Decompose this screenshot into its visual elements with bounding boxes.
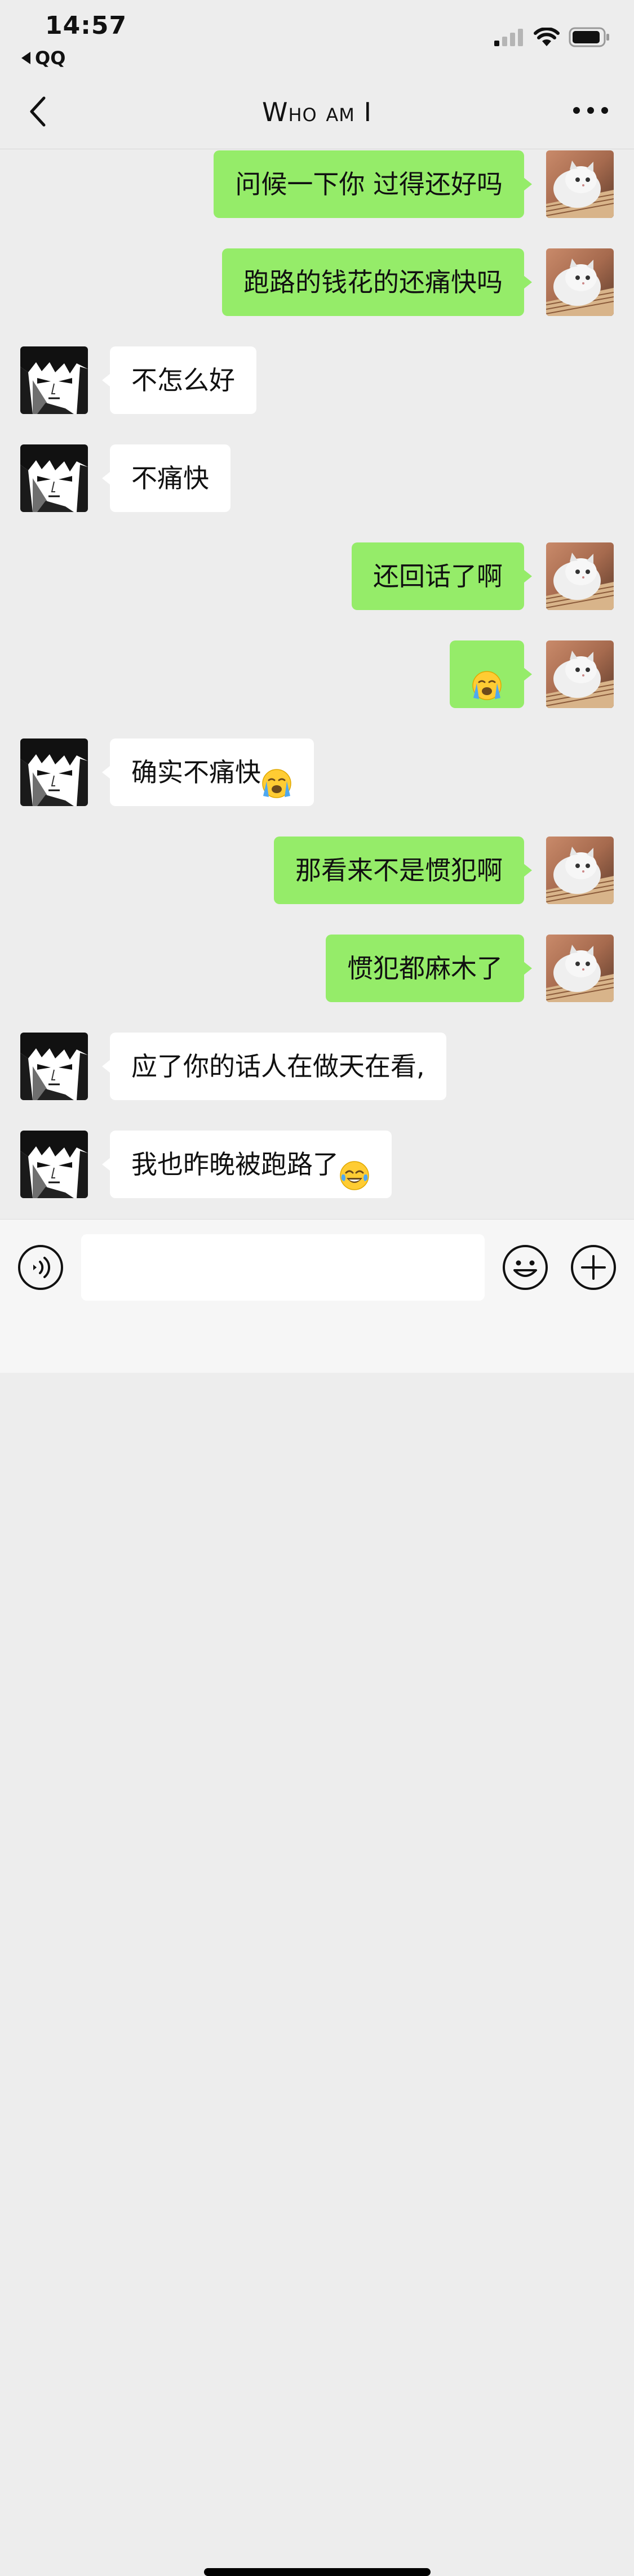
face-with-tears-of-joy-emoji-icon [339, 1149, 370, 1190]
message-text: 不怎么好 [131, 365, 235, 395]
received-message-row: 我也昨晚被跑路了 [0, 1129, 634, 1199]
input-bar [0, 1219, 634, 2576]
message-bubble[interactable]: 还回话了啊 [352, 542, 532, 610]
emoji-icon[interactable] [502, 1244, 548, 1291]
my-avatar[interactable] [546, 640, 614, 708]
voice-icon[interactable] [17, 1244, 64, 1291]
message-list[interactable]: 问候一下你 过得还好吗 跑路的钱花的还痛快吗 不怎么好 不痛快 还回话了啊 确实… [0, 149, 634, 1219]
contact-avatar[interactable] [20, 1131, 88, 1198]
chat-header: Who am I [0, 74, 634, 149]
sent-message-row [0, 639, 634, 709]
message-bubble[interactable]: 那看来不是惯犯啊 [274, 837, 532, 904]
my-avatar[interactable] [546, 248, 614, 316]
message-bubble[interactable]: 惯犯都麻木了 [326, 935, 532, 1002]
sent-message-row: 那看来不是惯犯啊 [0, 835, 634, 905]
message-bubble[interactable]: 不怎么好 [102, 346, 256, 414]
message-text: 不痛快 [131, 463, 209, 493]
received-message-row: 应了你的话人在做天在看, [0, 1031, 634, 1101]
message-text: 应了你的话人在做天在看, [131, 1051, 425, 1082]
chat-title: Who am I [261, 97, 373, 127]
status-bar: 14:57 QQ [0, 0, 634, 74]
message-text: 问候一下你 过得还好吗 [235, 169, 503, 199]
contact-avatar[interactable] [20, 346, 88, 414]
message-bubble[interactable]: 应了你的话人在做天在看, [102, 1033, 446, 1100]
sent-message-row: 跑路的钱花的还痛快吗 [0, 247, 634, 317]
cellular-signal-icon [494, 29, 523, 46]
status-time: 14:57 [45, 11, 127, 40]
contact-avatar[interactable] [20, 1033, 88, 1100]
sent-message-row: 还回话了啊 [0, 541, 634, 611]
message-bubble[interactable]: 问候一下你 过得还好吗 [214, 150, 532, 218]
loudly-crying-face-emoji-icon [471, 659, 503, 700]
received-message-row: 确实不痛快 [0, 737, 634, 807]
my-avatar[interactable] [546, 935, 614, 1002]
received-message-row: 不痛快 [0, 443, 634, 513]
contact-avatar[interactable] [20, 738, 88, 806]
back-to-app-link[interactable]: QQ [21, 47, 65, 69]
message-bubble[interactable]: 不痛快 [102, 444, 230, 512]
message-text: 那看来不是惯犯啊 [295, 855, 503, 886]
message-text: 我也昨晚被跑路了 [131, 1149, 339, 1180]
my-avatar[interactable] [546, 150, 614, 218]
status-icons [493, 27, 610, 47]
message-text: 确实不痛快 [131, 757, 261, 788]
message-input[interactable] [81, 1234, 485, 1301]
loudly-crying-face-emoji-icon [261, 757, 292, 798]
my-avatar[interactable] [546, 837, 614, 904]
more-dots-icon[interactable] [571, 99, 610, 122]
back-app-label: QQ [35, 47, 66, 69]
message-text: 跑路的钱花的还痛快吗 [243, 267, 503, 297]
message-bubble[interactable]: 跑路的钱花的还痛快吗 [222, 248, 532, 316]
message-text: 还回话了啊 [373, 561, 503, 591]
plus-icon[interactable] [570, 1244, 617, 1291]
back-triangle-icon [21, 52, 30, 64]
wifi-icon [534, 28, 560, 46]
sent-message-row: 问候一下你 过得还好吗 [0, 149, 634, 219]
my-avatar[interactable] [546, 542, 614, 610]
sent-message-row: 惯犯都麻木了 [0, 933, 634, 1003]
contact-avatar[interactable] [20, 444, 88, 512]
message-text: 惯犯都麻木了 [347, 953, 503, 984]
message-bubble[interactable] [450, 640, 532, 708]
received-message-row: 不怎么好 [0, 345, 634, 415]
home-indicator [204, 2568, 431, 2576]
message-bubble[interactable]: 我也昨晚被跑路了 [102, 1131, 392, 1198]
message-bubble[interactable]: 确实不痛快 [102, 738, 314, 806]
battery-icon [569, 27, 609, 47]
